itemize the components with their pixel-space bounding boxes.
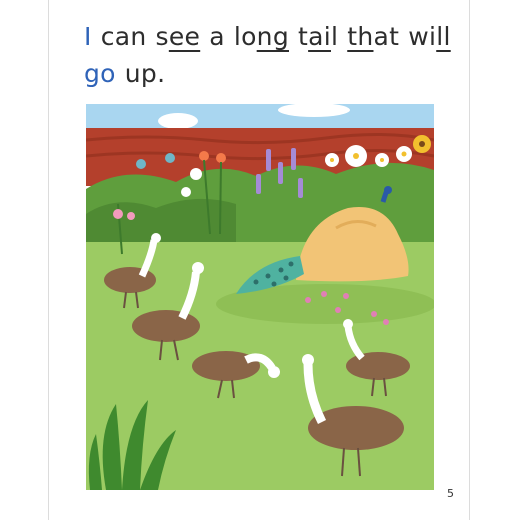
story-word: see bbox=[156, 18, 201, 55]
garden-illustration bbox=[86, 104, 434, 490]
word-part: l bbox=[330, 22, 339, 51]
story-word: go bbox=[84, 55, 116, 92]
word-part: s bbox=[155, 22, 169, 51]
story-line-1: Ican see a long tail that will bbox=[84, 18, 450, 55]
word-part: at bbox=[373, 22, 400, 51]
story-word: a bbox=[209, 18, 225, 55]
story-word: up. bbox=[125, 55, 166, 92]
word-part: t bbox=[298, 22, 309, 51]
word-part: ll bbox=[436, 22, 451, 51]
word-part: lo bbox=[233, 22, 257, 51]
word-part: a bbox=[209, 22, 225, 51]
cloud bbox=[158, 113, 198, 129]
word-part: can bbox=[100, 22, 147, 51]
story-text: Ican see a long tail that will go up. bbox=[84, 18, 450, 92]
story-word: tail bbox=[298, 18, 338, 55]
word-part: ee bbox=[168, 22, 201, 51]
word-part: . bbox=[157, 59, 166, 88]
story-word: I bbox=[84, 18, 92, 55]
story-word: long bbox=[234, 18, 289, 55]
story-line-2: go up. bbox=[84, 55, 444, 92]
story-word: will bbox=[408, 18, 451, 55]
word-part: ng bbox=[256, 22, 289, 51]
word-part: go bbox=[84, 59, 116, 88]
page-number: 5 bbox=[447, 487, 454, 500]
story-word: can bbox=[101, 18, 147, 55]
word-part: I bbox=[84, 22, 92, 51]
word-part: wi bbox=[408, 22, 437, 51]
word-part: th bbox=[347, 22, 374, 51]
story-word: that bbox=[347, 18, 399, 55]
word-part: up bbox=[124, 59, 158, 88]
word-part: ai bbox=[308, 22, 331, 51]
